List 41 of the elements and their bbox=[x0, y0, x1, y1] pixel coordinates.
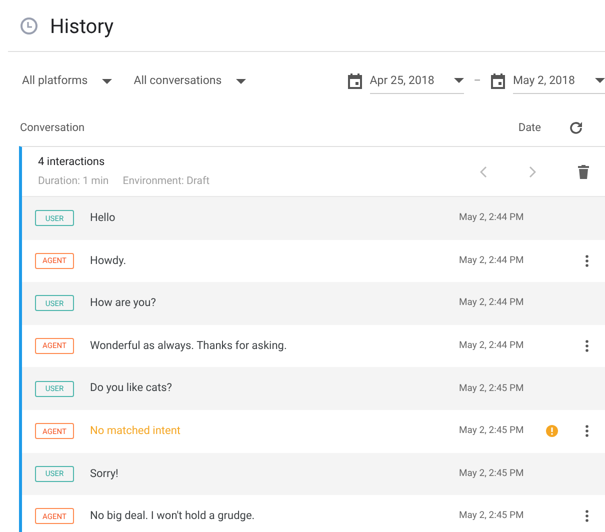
more-icon[interactable] bbox=[585, 340, 589, 352]
message-text: Howdy. bbox=[90, 252, 126, 269]
message-text: No big deal. I won't hold a grudge. bbox=[90, 508, 255, 524]
message-time: May 2, 2:45 PM bbox=[459, 466, 525, 481]
dropdown-caret-icon bbox=[102, 78, 112, 84]
message-time: May 2, 2:45 PM bbox=[459, 509, 525, 524]
message-time: May 2, 2:44 PM bbox=[459, 254, 525, 268]
message-text: How are you? bbox=[90, 295, 156, 312]
message-text: Wonderful as always. Thanks for asking. bbox=[90, 338, 287, 354]
column-header: Date bbox=[518, 120, 541, 136]
calendar-icon[interactable] bbox=[348, 73, 362, 89]
dropdown-caret-icon bbox=[236, 78, 246, 84]
message-time: May 2, 2:45 PM bbox=[459, 382, 525, 396]
column-header: Conversation bbox=[20, 120, 85, 136]
trash-icon[interactable] bbox=[578, 164, 589, 178]
environment-text: Environment: Draft bbox=[122, 173, 210, 190]
start-date-field[interactable]: Apr 25, 2018 bbox=[370, 68, 464, 94]
message-time: May 2, 2:44 PM bbox=[459, 211, 525, 226]
dropdown-caret-icon bbox=[454, 78, 464, 83]
duration-text: Duration: 1 min bbox=[38, 173, 109, 190]
filter-dropdown[interactable]: All platforms bbox=[22, 72, 112, 90]
more-icon[interactable] bbox=[585, 510, 589, 522]
end-date-field[interactable]: May 2, 2018 bbox=[513, 68, 605, 94]
filter-dropdown[interactable]: All conversations bbox=[134, 72, 246, 90]
more-icon[interactable] bbox=[585, 425, 589, 438]
warning-icon bbox=[546, 425, 558, 438]
message-text: Hello bbox=[90, 210, 116, 226]
dropdown-caret-icon bbox=[595, 78, 605, 83]
message-time: May 2, 2:45 PM bbox=[459, 424, 525, 438]
message-text: No matched intent bbox=[90, 423, 181, 440]
page-title: History bbox=[50, 12, 114, 40]
calendar-icon[interactable] bbox=[491, 73, 505, 89]
message-text: Sorry! bbox=[90, 466, 118, 482]
interaction-count: 4 interactions bbox=[38, 154, 106, 170]
message-text: Do you like cats? bbox=[90, 380, 172, 396]
refresh-icon[interactable] bbox=[569, 121, 583, 135]
more-icon[interactable] bbox=[585, 254, 589, 267]
message-time: May 2, 2:44 PM bbox=[459, 338, 525, 353]
date-separator: – bbox=[474, 72, 481, 89]
clock-icon bbox=[20, 16, 38, 34]
message-time: May 2, 2:44 PM bbox=[459, 296, 525, 310]
